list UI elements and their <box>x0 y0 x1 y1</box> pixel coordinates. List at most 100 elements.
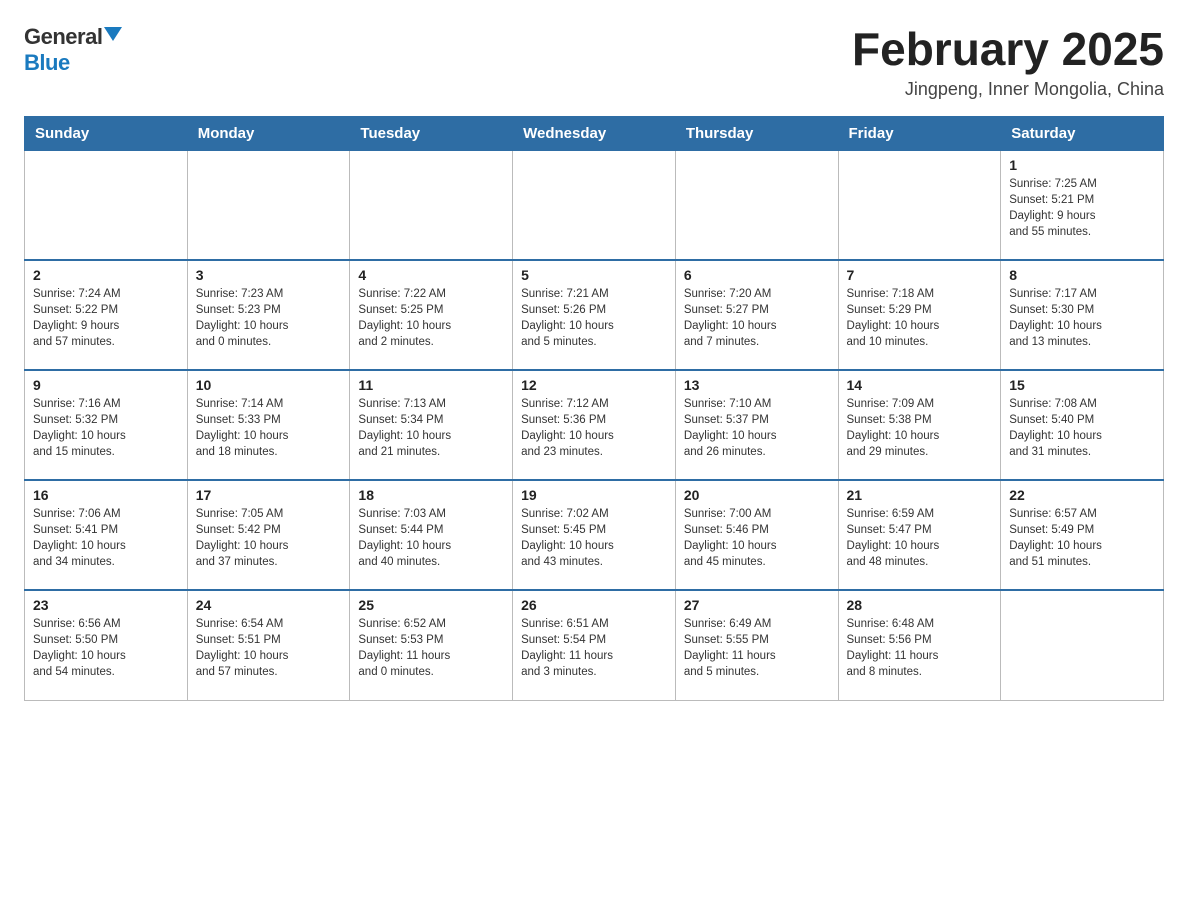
logo-triangle-icon <box>104 27 122 41</box>
day-info: Sunrise: 6:54 AMSunset: 5:51 PMDaylight:… <box>196 616 342 680</box>
day-info: Sunrise: 6:59 AMSunset: 5:47 PMDaylight:… <box>847 506 993 570</box>
day-info: Sunrise: 7:06 AMSunset: 5:41 PMDaylight:… <box>33 506 179 570</box>
day-number: 18 <box>358 487 504 503</box>
calendar-day-cell: 26 Sunrise: 6:51 AMSunset: 5:54 PMDayligh… <box>513 590 676 700</box>
weekday-header-tuesday: Tuesday <box>350 116 513 150</box>
calendar-day-cell: 23Sunrise: 6:56 AMSunset: 5:50 PMDayligh… <box>25 590 188 700</box>
calendar-week-row: 9Sunrise: 7:16 AMSunset: 5:32 PMDaylight… <box>25 370 1164 480</box>
calendar-day-cell <box>838 150 1001 260</box>
calendar-day-cell <box>25 150 188 260</box>
weekday-header-row: SundayMondayTuesdayWednesdayThursdayFrid… <box>25 116 1164 150</box>
calendar-week-row: 23Sunrise: 6:56 AMSunset: 5:50 PMDayligh… <box>25 590 1164 700</box>
day-info: Sunrise: 6:57 AMSunset: 5:49 PMDaylight:… <box>1009 506 1155 570</box>
weekday-header-sunday: Sunday <box>25 116 188 150</box>
day-info: Sunrise: 7:12 AMSunset: 5:36 PMDaylight:… <box>521 396 667 460</box>
day-info: Sunrise: 7:13 AMSunset: 5:34 PMDaylight:… <box>358 396 504 460</box>
calendar-day-cell: 3 Sunrise: 7:23 AMSunset: 5:23 PMDaylight… <box>187 260 350 370</box>
calendar-day-cell <box>675 150 838 260</box>
calendar-day-cell: 2Sunrise: 7:24 AMSunset: 5:22 PMDaylight… <box>25 260 188 370</box>
calendar-day-cell <box>1001 590 1164 700</box>
calendar-day-cell: 5 Sunrise: 7:21 AMSunset: 5:26 PMDaylight… <box>513 260 676 370</box>
day-number: 7 <box>847 267 993 283</box>
day-info: Sunrise: 7:25 AMSunset: 5:21 PMDaylight:… <box>1009 176 1155 240</box>
logo-blue-text: Blue <box>24 50 70 76</box>
calendar-day-cell: 19 Sunrise: 7:02 AMSunset: 5:45 PMDayligh… <box>513 480 676 590</box>
page-header: General Blue February 2025 Jingpeng, Inn… <box>24 24 1164 100</box>
weekday-header-saturday: Saturday <box>1001 116 1164 150</box>
day-number: 1 <box>1009 157 1155 173</box>
day-info: Sunrise: 7:08 AMSunset: 5:40 PMDaylight:… <box>1009 396 1155 460</box>
weekday-header-friday: Friday <box>838 116 1001 150</box>
day-info: Sunrise: 7:21 AMSunset: 5:26 PMDaylight:… <box>521 286 667 350</box>
calendar-day-cell: 6Sunrise: 7:20 AMSunset: 5:27 PMDaylight… <box>675 260 838 370</box>
day-number: 25 <box>358 597 504 613</box>
day-info: Sunrise: 7:22 AMSunset: 5:25 PMDaylight:… <box>358 286 504 350</box>
calendar-day-cell: 18Sunrise: 7:03 AMSunset: 5:44 PMDayligh… <box>350 480 513 590</box>
weekday-header-monday: Monday <box>187 116 350 150</box>
month-title: February 2025 <box>852 24 1164 75</box>
calendar-day-cell <box>350 150 513 260</box>
day-number: 5 <box>521 267 667 283</box>
day-info: Sunrise: 6:56 AMSunset: 5:50 PMDaylight:… <box>33 616 179 680</box>
day-number: 14 <box>847 377 993 393</box>
calendar-day-cell: 1 Sunrise: 7:25 AMSunset: 5:21 PMDaylight… <box>1001 150 1164 260</box>
day-number: 22 <box>1009 487 1155 503</box>
calendar-day-cell: 20Sunrise: 7:00 AMSunset: 5:46 PMDayligh… <box>675 480 838 590</box>
day-info: Sunrise: 7:23 AMSunset: 5:23 PMDaylight:… <box>196 286 342 350</box>
day-info: Sunrise: 6:49 AMSunset: 5:55 PMDaylight:… <box>684 616 830 680</box>
day-number: 28 <box>847 597 993 613</box>
day-number: 26 <box>521 597 667 613</box>
day-info: Sunrise: 7:05 AMSunset: 5:42 PMDaylight:… <box>196 506 342 570</box>
calendar-day-cell <box>187 150 350 260</box>
calendar-day-cell: 27 Sunrise: 6:49 AMSunset: 5:55 PMDayligh… <box>675 590 838 700</box>
calendar-day-cell: 15 Sunrise: 7:08 AMSunset: 5:40 PMDayligh… <box>1001 370 1164 480</box>
calendar-week-row: 16 Sunrise: 7:06 AMSunset: 5:41 PMDayligh… <box>25 480 1164 590</box>
calendar-day-cell: 11 Sunrise: 7:13 AMSunset: 5:34 PMDayligh… <box>350 370 513 480</box>
day-number: 24 <box>196 597 342 613</box>
day-number: 12 <box>521 377 667 393</box>
day-number: 21 <box>847 487 993 503</box>
day-number: 8 <box>1009 267 1155 283</box>
day-number: 13 <box>684 377 830 393</box>
calendar-day-cell: 7 Sunrise: 7:18 AMSunset: 5:29 PMDaylight… <box>838 260 1001 370</box>
day-info: Sunrise: 7:24 AMSunset: 5:22 PMDaylight:… <box>33 286 179 350</box>
calendar-day-cell <box>513 150 676 260</box>
day-info: Sunrise: 6:52 AMSunset: 5:53 PMDaylight:… <box>358 616 504 680</box>
calendar-day-cell: 21 Sunrise: 6:59 AMSunset: 5:47 PMDayligh… <box>838 480 1001 590</box>
day-info: Sunrise: 7:18 AMSunset: 5:29 PMDaylight:… <box>847 286 993 350</box>
calendar-day-cell: 16 Sunrise: 7:06 AMSunset: 5:41 PMDayligh… <box>25 480 188 590</box>
day-number: 11 <box>358 377 504 393</box>
calendar-day-cell: 9Sunrise: 7:16 AMSunset: 5:32 PMDaylight… <box>25 370 188 480</box>
calendar-day-cell: 14 Sunrise: 7:09 AMSunset: 5:38 PMDayligh… <box>838 370 1001 480</box>
calendar-day-cell: 24 Sunrise: 6:54 AMSunset: 5:51 PMDayligh… <box>187 590 350 700</box>
day-info: Sunrise: 6:51 AMSunset: 5:54 PMDaylight:… <box>521 616 667 680</box>
calendar-day-cell: 22 Sunrise: 6:57 AMSunset: 5:49 PMDayligh… <box>1001 480 1164 590</box>
day-info: Sunrise: 7:14 AMSunset: 5:33 PMDaylight:… <box>196 396 342 460</box>
day-number: 16 <box>33 487 179 503</box>
day-number: 15 <box>1009 377 1155 393</box>
title-section: February 2025 Jingpeng, Inner Mongolia, … <box>852 24 1164 100</box>
day-number: 4 <box>358 267 504 283</box>
weekday-header-wednesday: Wednesday <box>513 116 676 150</box>
day-number: 3 <box>196 267 342 283</box>
day-info: Sunrise: 7:16 AMSunset: 5:32 PMDaylight:… <box>33 396 179 460</box>
calendar-week-row: 2Sunrise: 7:24 AMSunset: 5:22 PMDaylight… <box>25 260 1164 370</box>
day-number: 17 <box>196 487 342 503</box>
calendar-day-cell: 10Sunrise: 7:14 AMSunset: 5:33 PMDayligh… <box>187 370 350 480</box>
day-number: 19 <box>521 487 667 503</box>
logo-general-text: General <box>24 24 102 50</box>
calendar-day-cell: 4 Sunrise: 7:22 AMSunset: 5:25 PMDaylight… <box>350 260 513 370</box>
day-info: Sunrise: 7:20 AMSunset: 5:27 PMDaylight:… <box>684 286 830 350</box>
calendar-day-cell: 12 Sunrise: 7:12 AMSunset: 5:36 PMDayligh… <box>513 370 676 480</box>
day-info: Sunrise: 7:02 AMSunset: 5:45 PMDaylight:… <box>521 506 667 570</box>
day-number: 27 <box>684 597 830 613</box>
day-info: Sunrise: 7:09 AMSunset: 5:38 PMDaylight:… <box>847 396 993 460</box>
location-title: Jingpeng, Inner Mongolia, China <box>852 79 1164 100</box>
day-info: Sunrise: 7:17 AMSunset: 5:30 PMDaylight:… <box>1009 286 1155 350</box>
calendar-day-cell: 28Sunrise: 6:48 AMSunset: 5:56 PMDayligh… <box>838 590 1001 700</box>
calendar-day-cell: 17 Sunrise: 7:05 AMSunset: 5:42 PMDayligh… <box>187 480 350 590</box>
calendar-day-cell: 8 Sunrise: 7:17 AMSunset: 5:30 PMDaylight… <box>1001 260 1164 370</box>
calendar-week-row: 1 Sunrise: 7:25 AMSunset: 5:21 PMDaylight… <box>25 150 1164 260</box>
weekday-header-thursday: Thursday <box>675 116 838 150</box>
day-info: Sunrise: 7:10 AMSunset: 5:37 PMDaylight:… <box>684 396 830 460</box>
